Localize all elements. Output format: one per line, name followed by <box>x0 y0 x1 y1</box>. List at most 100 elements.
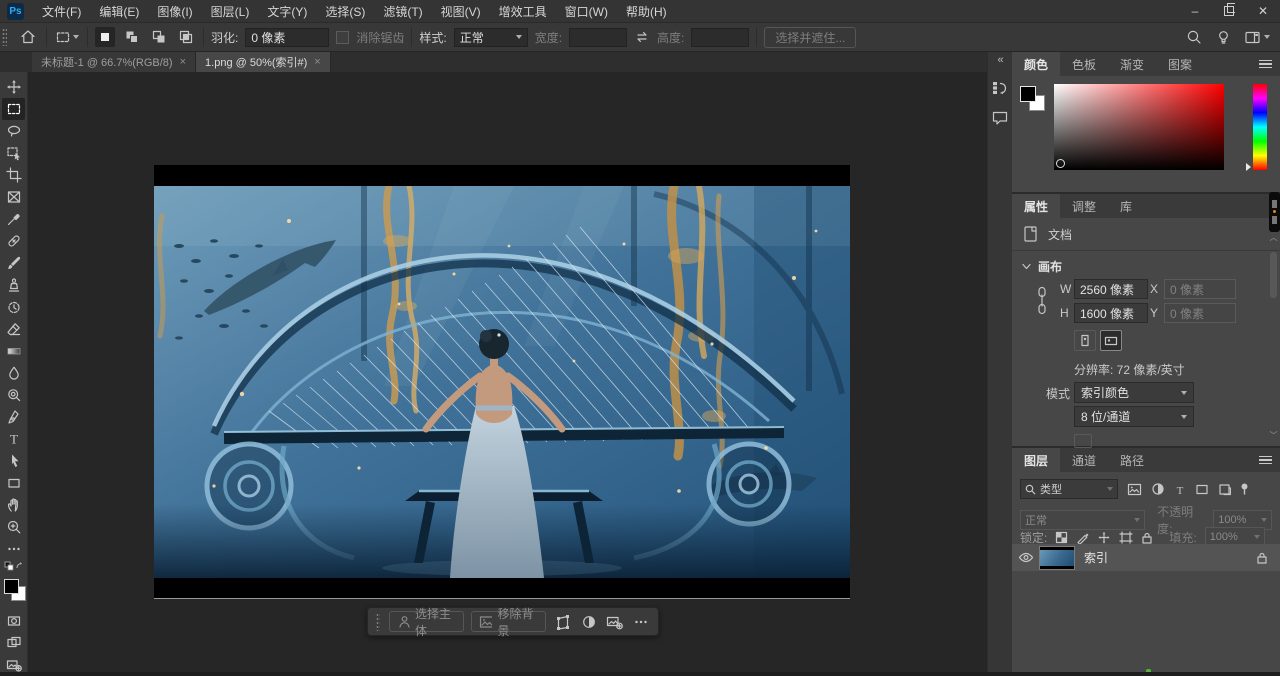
clone-stamp-tool[interactable] <box>2 274 25 296</box>
filter-smart-object-icon[interactable] <box>1218 483 1231 496</box>
taskbar-grip[interactable] <box>376 613 380 631</box>
minimize-button[interactable]: – <box>1178 0 1212 22</box>
intersect-selection-mode-button[interactable] <box>176 27 196 47</box>
adjustments-button[interactable] <box>579 612 598 632</box>
filter-image-icon[interactable] <box>1127 483 1142 496</box>
orientation-landscape-button[interactable] <box>1100 330 1122 351</box>
antialias-checkbox[interactable] <box>336 31 349 44</box>
tab-channels[interactable]: 通道 <box>1060 448 1108 472</box>
tab-layers[interactable]: 图层 <box>1012 448 1060 472</box>
tab-patterns[interactable]: 图案 <box>1156 52 1204 76</box>
menu-item-edit[interactable]: 编辑(E) <box>90 0 148 22</box>
menu-item-layer[interactable]: 图层(L) <box>202 0 259 22</box>
restore-button[interactable] <box>1212 0 1246 22</box>
eyedropper-tool[interactable] <box>2 208 25 230</box>
tab-properties[interactable]: 属性 <box>1012 194 1060 218</box>
tab-color[interactable]: 颜色 <box>1012 52 1060 76</box>
add-image-button[interactable] <box>605 612 624 632</box>
filter-adjustment-icon[interactable] <box>1151 482 1165 496</box>
capture-export-button[interactable] <box>2 654 25 676</box>
select-subject-button[interactable]: 选择主体 <box>389 611 464 632</box>
layers-panel-menu-icon[interactable] <box>1259 454 1272 467</box>
screen-mode-button[interactable] <box>2 632 25 654</box>
search-icon[interactable] <box>1186 29 1203 46</box>
style-select[interactable]: 正常 <box>454 28 528 47</box>
subtract-selection-mode-button[interactable] <box>149 27 169 47</box>
workspace-switcher[interactable] <box>1244 30 1270 45</box>
feather-input[interactable]: 0 像素 <box>245 28 329 47</box>
tab-untitled-1[interactable]: 未标题-1 @ 66.7%(RGB/8) × <box>32 52 196 72</box>
default-swap-colors[interactable] <box>2 560 26 572</box>
hand-tool[interactable] <box>2 494 25 516</box>
layer-row-indexed[interactable]: 索引 <box>1012 544 1280 571</box>
foreground-color-swatch[interactable] <box>4 579 19 594</box>
menu-item-type[interactable]: 文字(Y) <box>258 0 316 22</box>
layer-thumbnail[interactable] <box>1039 546 1075 570</box>
select-and-mask-button[interactable]: 选择并遮住... <box>764 27 856 48</box>
layer-filter-select[interactable]: 类型 <box>1020 479 1118 499</box>
hue-slider-arrow[interactable] <box>1246 163 1251 171</box>
eraser-tool[interactable] <box>2 318 25 340</box>
lock-all-icon[interactable] <box>1141 531 1153 544</box>
home-button[interactable] <box>16 26 39 48</box>
color-panel-menu-icon[interactable] <box>1259 58 1272 71</box>
open-document[interactable] <box>154 165 850 599</box>
menu-item-file[interactable]: 文件(F) <box>33 0 90 22</box>
color-mode-select[interactable]: 索引颜色 <box>1074 382 1194 403</box>
swap-dimensions-icon[interactable] <box>634 30 650 44</box>
pen-tool[interactable] <box>2 406 25 428</box>
add-selection-mode-button[interactable] <box>122 27 142 47</box>
crop-tool[interactable] <box>2 164 25 186</box>
scroll-down-icon[interactable]: ﹀ <box>1269 432 1278 440</box>
menu-item-filter[interactable]: 滤镜(T) <box>374 0 431 22</box>
saturation-brightness-field[interactable] <box>1054 84 1224 170</box>
height-input[interactable] <box>691 28 749 47</box>
collapse-panels-button[interactable]: « <box>997 54 1002 68</box>
transform-button[interactable] <box>553 612 572 632</box>
tab-swatches[interactable]: 色板 <box>1060 52 1108 76</box>
history-brush-tool[interactable] <box>2 296 25 318</box>
color-cursor[interactable] <box>1056 159 1065 168</box>
type-tool[interactable]: T <box>2 428 25 450</box>
current-tool-preset[interactable] <box>54 26 80 48</box>
hue-slider[interactable] <box>1253 84 1267 170</box>
path-selection-tool[interactable] <box>2 450 25 472</box>
lock-transparency-icon[interactable] <box>1055 531 1068 544</box>
dodge-tool[interactable] <box>2 384 25 406</box>
menu-item-select[interactable]: 选择(S) <box>316 0 374 22</box>
rectangle-tool[interactable] <box>2 472 25 494</box>
rectangular-marquee-tool[interactable] <box>2 98 25 120</box>
filter-pin-icon[interactable] <box>1240 482 1249 496</box>
canvas-workspace[interactable]: 选择主体 移除背景 <box>28 72 987 672</box>
menu-item-plugins[interactable]: 增效工具 <box>490 0 556 22</box>
properties-scrollbar[interactable]: ︿ ﹀ <box>1269 234 1278 440</box>
canvas-height-input[interactable]: 1600 像素 <box>1074 303 1148 323</box>
tab-libraries[interactable]: 库 <box>1108 194 1144 218</box>
lock-artboard-icon[interactable] <box>1119 531 1133 544</box>
tab-1png-close-icon[interactable]: × <box>314 56 320 68</box>
zoom-tool[interactable] <box>2 516 25 538</box>
scroll-up-icon[interactable]: ︿ <box>1269 234 1278 242</box>
link-dimensions-icon[interactable] <box>1036 286 1048 316</box>
options-grip[interactable] <box>2 28 7 46</box>
taskbar-more-button[interactable] <box>631 612 650 632</box>
object-selection-tool[interactable] <box>2 142 25 164</box>
menu-item-view[interactable]: 视图(V) <box>432 0 490 22</box>
history-panel-button[interactable] <box>990 78 1010 98</box>
filter-shape-icon[interactable] <box>1195 483 1209 496</box>
canvas-width-input[interactable]: 2560 像素 <box>1074 279 1148 299</box>
menu-item-help[interactable]: 帮助(H) <box>617 0 676 22</box>
gradient-tool[interactable] <box>2 340 25 362</box>
new-selection-mode-button[interactable] <box>95 27 115 47</box>
discover-bulb-icon[interactable] <box>1215 29 1232 46</box>
orientation-portrait-button[interactable] <box>1074 330 1096 351</box>
tab-paths[interactable]: 路径 <box>1108 448 1156 472</box>
layer-visibility-toggle[interactable] <box>1012 551 1039 564</box>
tab-untitled-1-close-icon[interactable]: × <box>180 56 186 68</box>
menu-item-window[interactable]: 窗口(W) <box>556 0 617 22</box>
bit-depth-select[interactable]: 8 位/通道 <box>1074 406 1194 427</box>
lock-pixels-icon[interactable] <box>1076 531 1089 544</box>
scroll-thumb[interactable] <box>1270 252 1277 298</box>
blur-tool[interactable] <box>2 362 25 384</box>
frame-tool[interactable] <box>2 186 25 208</box>
